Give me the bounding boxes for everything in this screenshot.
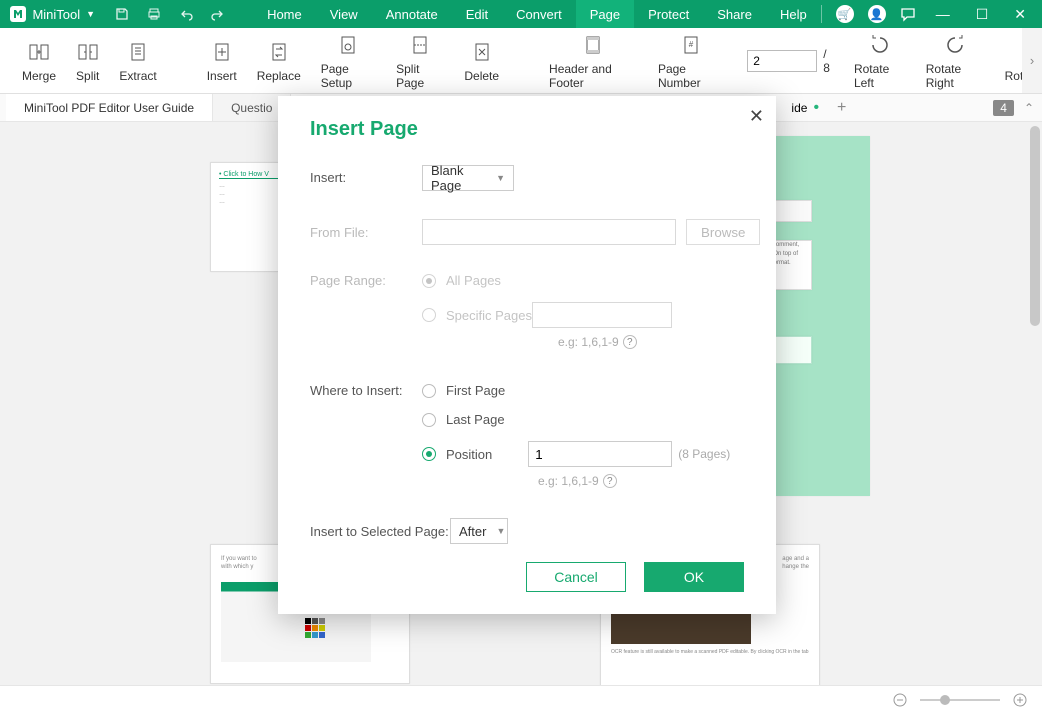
total-pages-note: (8 Pages) (678, 447, 730, 461)
from-file-input (422, 219, 676, 245)
specific-pages-radio: Specific Pages (422, 302, 744, 328)
dialog-title: Insert Page (310, 118, 744, 141)
cancel-button[interactable]: Cancel (526, 562, 626, 592)
from-file-label: From File: (310, 225, 422, 240)
position-input[interactable] (528, 441, 672, 467)
insert-selected-label: Insert to Selected Page: (310, 524, 450, 539)
first-page-radio[interactable]: First Page (422, 383, 744, 398)
specific-pages-input (532, 302, 672, 328)
insert-label: Insert: (310, 170, 422, 185)
page-range-label: Page Range: (310, 273, 422, 288)
modal-overlay: ✕ Insert Page Insert: Blank Page▼ From F… (0, 0, 1042, 713)
where-insert-label: Where to Insert: (310, 383, 422, 398)
last-page-radio[interactable]: Last Page (422, 412, 744, 427)
chevron-down-icon: ▼ (496, 526, 505, 536)
all-pages-radio: All Pages (422, 273, 744, 288)
dialog-close-icon[interactable]: ✕ (749, 106, 764, 127)
insert-selected-page-select[interactable]: After▼ (450, 518, 508, 544)
ok-button[interactable]: OK (644, 562, 744, 592)
help-icon[interactable]: ? (603, 474, 617, 488)
insert-page-dialog: ✕ Insert Page Insert: Blank Page▼ From F… (278, 96, 776, 614)
browse-button: Browse (686, 219, 760, 245)
position-radio[interactable]: Position (8 Pages) (422, 441, 744, 467)
insert-type-select[interactable]: Blank Page▼ (422, 165, 514, 191)
chevron-down-icon: ▼ (496, 173, 505, 183)
help-icon[interactable]: ? (623, 335, 637, 349)
